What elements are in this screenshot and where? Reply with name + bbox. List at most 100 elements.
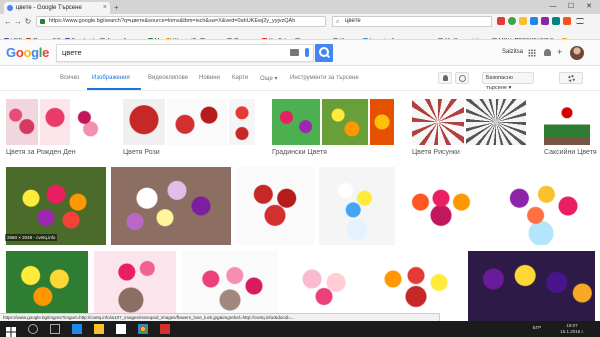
bookmarks-bar: UBBПроект ЕСFacebookАнгел АнгеловMyШкола… — [0, 29, 600, 40]
person-results-button[interactable] — [438, 72, 452, 84]
image-result[interactable] — [6, 251, 88, 321]
related-image — [370, 99, 394, 145]
browser-tab[interactable]: цвете - Google Търсене × — [4, 2, 110, 14]
tab-more[interactable]: Още ▾ — [260, 75, 278, 82]
address-bar[interactable]: https://www.google.bg/search?q=цвете&sou… — [36, 16, 326, 27]
related-image — [466, 99, 526, 145]
global-results-button[interactable] — [455, 72, 469, 84]
globe-icon — [459, 75, 466, 82]
google-header: Google цвете Salzitsa + — [0, 40, 600, 66]
image-result[interactable] — [284, 251, 364, 321]
extension-icon[interactable] — [552, 17, 560, 25]
related-image — [167, 99, 227, 145]
share-plus-icon[interactable]: + — [557, 48, 562, 57]
image-result[interactable] — [370, 251, 462, 321]
avatar[interactable] — [570, 46, 584, 60]
extension-icon[interactable] — [563, 17, 571, 25]
close-tab-icon[interactable]: × — [103, 2, 107, 14]
find-input[interactable]: ⌕ цвете — [332, 16, 492, 27]
image-result[interactable] — [236, 167, 314, 245]
settings-button[interactable] — [559, 72, 583, 84]
tab-images[interactable]: Изображения — [92, 75, 130, 81]
url-text: https://www.google.bg/search?q=цвете&sou… — [49, 18, 296, 24]
back-icon[interactable]: ← — [3, 16, 13, 27]
clock-date: 15.1.2016 г. — [560, 329, 584, 334]
google-logo[interactable]: Google — [6, 45, 49, 60]
image-result[interactable] — [468, 251, 595, 321]
language-indicator[interactable]: БГР — [530, 325, 544, 331]
search-icon: ⌕ — [336, 19, 340, 25]
related-image — [272, 99, 320, 145]
menu-icon[interactable] — [576, 18, 584, 24]
tab-strip: цвете - Google Търсене × + — ☐ ✕ — [0, 0, 600, 14]
google-favicon-icon — [7, 5, 13, 11]
screen: цвете - Google Търсене × + — ☐ ✕ ← → ↻ h… — [0, 0, 600, 337]
forward-icon[interactable]: → — [13, 16, 23, 27]
image-result[interactable] — [111, 167, 231, 245]
camera-icon[interactable] — [290, 49, 299, 56]
related-label: Градински Цветя — [272, 149, 327, 156]
related-image — [412, 99, 464, 145]
logo-letter: o — [23, 45, 32, 60]
new-tab-button[interactable]: + — [114, 3, 119, 12]
related-image — [229, 99, 255, 145]
lock-icon — [40, 19, 45, 24]
toolbar: ← → ↻ https://www.google.bg/search?q=цве… — [0, 14, 600, 29]
logo-letter: G — [6, 45, 16, 60]
file-explorer-icon[interactable] — [94, 324, 104, 334]
store-icon[interactable] — [116, 324, 126, 334]
extension-icon[interactable] — [519, 17, 527, 25]
related-image — [40, 99, 70, 145]
tab-title: цвете - Google Търсене — [16, 5, 82, 11]
clock[interactable]: 19:07 15.1.2016 г. — [552, 323, 592, 335]
related-image — [322, 99, 368, 145]
image-result[interactable] — [400, 167, 482, 245]
related-label: Цветя за Рожден Ден — [6, 149, 76, 156]
tab-news[interactable]: Новини — [199, 75, 220, 81]
logo-letter: o — [15, 45, 24, 60]
related-searches: Цветя за Рожден Ден Цветя Рози Градински… — [0, 91, 600, 161]
tab-maps[interactable]: Карти — [232, 75, 248, 81]
windows-start-icon[interactable] — [6, 324, 16, 337]
reload-icon[interactable]: ↻ — [23, 16, 33, 27]
notifications-icon[interactable] — [544, 49, 551, 56]
user-name[interactable]: Salzitsa — [502, 49, 523, 55]
logo-letter: e — [42, 45, 50, 60]
tab-all[interactable]: Всичко — [60, 75, 80, 81]
search-tabs: Всичко Изображения Видеоклипове Новини К… — [0, 66, 600, 91]
extension-icon[interactable] — [541, 17, 549, 25]
close-window-button[interactable]: ✕ — [580, 0, 598, 14]
search-button[interactable] — [315, 44, 333, 62]
safe-search-dropdown[interactable]: Безопасно търсене ▾ — [482, 72, 534, 91]
related-image — [6, 99, 38, 145]
search-input[interactable]: цвете — [56, 44, 314, 62]
apps-grid-icon[interactable] — [528, 49, 536, 57]
edge-icon[interactable] — [72, 324, 82, 334]
image-result[interactable] — [182, 251, 278, 321]
extension-icon[interactable] — [508, 17, 516, 25]
chrome-icon[interactable] — [138, 324, 148, 334]
microphone-icon[interactable] — [305, 48, 309, 57]
status-url: https://www.google.bg/imgres?imgurl=http… — [0, 313, 440, 321]
task-view-icon[interactable] — [50, 324, 60, 334]
minimize-button[interactable]: — — [544, 0, 562, 14]
related-image — [123, 99, 165, 145]
related-label: Цветя Рози — [123, 149, 160, 156]
related-image — [544, 99, 590, 145]
search-icon[interactable] — [28, 324, 38, 334]
tab-videos[interactable]: Видеоклипове — [148, 75, 188, 81]
windows-taskbar: БГР 19:07 15.1.2016 г. — [0, 321, 600, 337]
related-image — [72, 99, 103, 145]
person-icon — [443, 75, 448, 81]
image-result[interactable] — [319, 167, 395, 245]
maximize-button[interactable]: ☐ — [562, 0, 580, 14]
extension-icon[interactable] — [530, 17, 538, 25]
powerpoint-icon[interactable] — [160, 324, 170, 334]
tab-search-tools[interactable]: Инструменти за търсене — [290, 75, 359, 81]
extension-icon[interactable] — [497, 17, 505, 25]
image-result[interactable] — [94, 251, 176, 321]
image-result[interactable] — [487, 167, 595, 245]
image-dimensions: 2560 × 2048 - cvetq.info — [5, 234, 58, 241]
active-tab-indicator — [87, 88, 141, 90]
gear-icon — [568, 75, 575, 82]
